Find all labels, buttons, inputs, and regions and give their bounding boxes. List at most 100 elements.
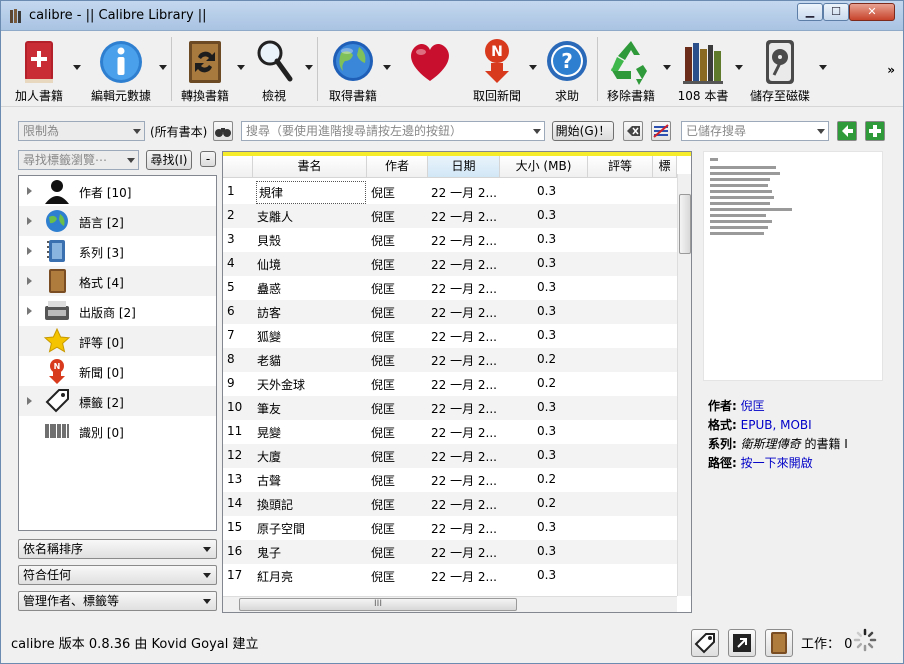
get-books-dropdown[interactable] bbox=[383, 65, 391, 70]
tag-category-rating[interactable]: 評等 [0] bbox=[19, 326, 216, 356]
table-row[interactable]: 1 規律 倪匡 22 一月 2... 0.3 bbox=[223, 180, 677, 204]
backspace-icon bbox=[627, 126, 640, 136]
table-row[interactable]: 10 筆友 倪匡 22 一月 2... 0.3 bbox=[223, 396, 677, 420]
table-row[interactable]: 7 狐變 倪匡 22 一月 2... 0.3 bbox=[223, 324, 677, 348]
detail-authors-link[interactable]: 倪匡 bbox=[741, 399, 765, 413]
tag-category-formats[interactable]: 格式 [4] bbox=[19, 266, 216, 296]
book-cover-preview[interactable] bbox=[703, 151, 883, 381]
tag-browser-find-button[interactable]: 尋找(I) bbox=[146, 150, 192, 170]
table-row[interactable]: 15 原子空間 倪匡 22 一月 2... 0.3 bbox=[223, 516, 677, 540]
library-button[interactable]: 108 本書 bbox=[675, 35, 731, 103]
search-input[interactable]: 搜尋（要使用進階搜尋請按左邊的按鈕） bbox=[241, 121, 545, 141]
cell-author: 倪匡 bbox=[371, 570, 396, 584]
search-go-button[interactable]: 開始(G)！ bbox=[552, 121, 614, 141]
tag-category-publishers[interactable]: 出版商 [2] bbox=[19, 296, 216, 326]
cover-grid-toggle-button[interactable] bbox=[728, 629, 756, 657]
add-books-dropdown[interactable] bbox=[73, 65, 81, 70]
cell-date: 22 一月 2... bbox=[431, 186, 497, 200]
horizontal-scrollbar[interactable]: III bbox=[223, 596, 677, 612]
get-books-button[interactable]: 取得書籍 bbox=[321, 35, 385, 103]
tag-category-authors[interactable]: 作者 [10] bbox=[19, 176, 216, 206]
column-header-date[interactable]: 日期 bbox=[428, 156, 500, 178]
edit-metadata-button[interactable]: 編輯元數據 bbox=[85, 35, 157, 103]
table-row[interactable]: 2 支離人 倪匡 22 一月 2... 0.3 bbox=[223, 204, 677, 228]
clear-search-button[interactable] bbox=[623, 121, 643, 141]
table-row[interactable]: 9 天外金球 倪匡 22 一月 2... 0.2 bbox=[223, 372, 677, 396]
save-search-button[interactable] bbox=[865, 121, 885, 141]
edit-metadata-dropdown[interactable] bbox=[159, 65, 167, 70]
table-row[interactable]: 17 紅月亮 倪匡 22 一月 2... 0.3 bbox=[223, 564, 677, 588]
remove-books-button[interactable]: 移除書籍 bbox=[601, 35, 661, 103]
cover-text-line bbox=[710, 202, 770, 205]
save-to-disk-dropdown[interactable] bbox=[819, 65, 827, 70]
column-header-author[interactable]: 作者 bbox=[367, 156, 428, 178]
jobs-count[interactable]: 工作： 0 bbox=[801, 633, 852, 652]
tag-sort-combo[interactable]: 依名稱排序 bbox=[18, 539, 217, 559]
tag-match-combo[interactable]: 符合任何 bbox=[18, 565, 217, 585]
tag-category-series[interactable]: 系列 [3] bbox=[19, 236, 216, 266]
manage-tags-button[interactable]: 管理作者、標籤等 bbox=[18, 591, 217, 611]
chevron-down-icon bbox=[203, 573, 211, 578]
virtual-library-combo[interactable]: 限制為 bbox=[18, 121, 145, 141]
donate-button[interactable] bbox=[399, 35, 461, 103]
column-header-size[interactable]: 大小 (MB) bbox=[500, 156, 588, 178]
row-number: 13 bbox=[227, 472, 243, 486]
tag-category-languages[interactable]: 語言 [2] bbox=[19, 206, 216, 236]
vertical-scrollbar[interactable] bbox=[677, 174, 691, 596]
row-number: 7 bbox=[227, 328, 235, 342]
advanced-search-button[interactable] bbox=[213, 121, 233, 141]
vertical-scroll-thumb[interactable] bbox=[679, 194, 691, 254]
table-row[interactable]: 3 貝殼 倪匡 22 一月 2... 0.3 bbox=[223, 228, 677, 252]
tag-category-tags[interactable]: 標籤 [2] bbox=[19, 386, 216, 416]
toolbar-overflow-button[interactable]: » bbox=[887, 63, 895, 77]
view-button[interactable]: 檢視 bbox=[249, 35, 299, 103]
cell-title: 天外金球 bbox=[257, 378, 306, 392]
cover-text-line bbox=[710, 172, 780, 175]
book-details-toggle-button[interactable] bbox=[765, 629, 793, 657]
tag-browser-find-input[interactable]: 尋找標籤瀏覽⋯ bbox=[18, 150, 139, 170]
table-row[interactable]: 13 古聲 倪匡 22 一月 2... 0.2 bbox=[223, 468, 677, 492]
column-header-tags[interactable]: 標 bbox=[653, 156, 677, 178]
cell-size: 0.3 bbox=[537, 424, 557, 438]
remove-books-dropdown[interactable] bbox=[663, 65, 671, 70]
copy-search-button[interactable] bbox=[837, 121, 857, 141]
table-row[interactable]: 14 換頭記 倪匡 22 一月 2... 0.2 bbox=[223, 492, 677, 516]
fetch-news-dropdown[interactable] bbox=[529, 65, 537, 70]
fetch-news-label: 取回新聞 bbox=[472, 89, 521, 103]
convert-books-button[interactable]: 轉換書籍 bbox=[175, 35, 235, 103]
highlight-toggle-button[interactable] bbox=[651, 121, 671, 141]
tag-category-identifiers[interactable]: 識別 [0] bbox=[19, 416, 216, 446]
detail-formats-link[interactable]: EPUB, MOBI bbox=[741, 418, 812, 432]
title-bar[interactable]: calibre - || Calibre Library || ▁ ☐ ✕ bbox=[1, 1, 903, 31]
table-row[interactable]: 11 晃變 倪匡 22 一月 2... 0.3 bbox=[223, 420, 677, 444]
column-header-rating[interactable]: 評等 bbox=[588, 156, 653, 178]
collapse-all-button[interactable]: - bbox=[200, 151, 216, 167]
view-dropdown[interactable] bbox=[305, 65, 313, 70]
fetch-news-button[interactable]: N 取回新聞 bbox=[465, 35, 529, 103]
minimize-button[interactable]: ▁ bbox=[797, 3, 823, 21]
help-button[interactable]: ? 求助 bbox=[541, 35, 593, 103]
table-row[interactable]: 5 蠱惑 倪匡 22 一月 2... 0.3 bbox=[223, 276, 677, 300]
cell-size: 0.3 bbox=[537, 304, 557, 318]
add-books-button[interactable]: 加人書籍 bbox=[7, 35, 71, 103]
library-dropdown[interactable] bbox=[735, 65, 743, 70]
tag-category-news[interactable]: N 新聞 [0] bbox=[19, 356, 216, 386]
close-button[interactable]: ✕ bbox=[849, 3, 895, 21]
horizontal-scroll-thumb[interactable]: III bbox=[239, 598, 517, 611]
toolbar-separator bbox=[597, 37, 598, 101]
column-header-title[interactable]: 書名 bbox=[253, 156, 367, 178]
tag-category-label: 出版商 [2] bbox=[79, 306, 136, 320]
saved-searches-combo[interactable]: 已儲存搜尋 bbox=[681, 121, 829, 141]
save-to-disk-button[interactable]: 儲存至磁碟 bbox=[745, 35, 815, 103]
tag-browser-toggle-button[interactable] bbox=[691, 629, 719, 657]
table-row[interactable]: 6 訪客 倪匡 22 一月 2... 0.3 bbox=[223, 300, 677, 324]
cell-date: 22 一月 2... bbox=[431, 306, 497, 320]
cell-size: 0.3 bbox=[537, 256, 557, 270]
table-row[interactable]: 8 老貓 倪匡 22 一月 2... 0.2 bbox=[223, 348, 677, 372]
table-row[interactable]: 16 鬼子 倪匡 22 一月 2... 0.3 bbox=[223, 540, 677, 564]
detail-path-link[interactable]: 按一下來開啟 bbox=[741, 456, 813, 470]
table-row[interactable]: 4 仙境 倪匡 22 一月 2... 0.3 bbox=[223, 252, 677, 276]
convert-books-dropdown[interactable] bbox=[237, 65, 245, 70]
maximize-button[interactable]: ☐ bbox=[823, 3, 849, 21]
table-row[interactable]: 12 大廈 倪匡 22 一月 2... 0.3 bbox=[223, 444, 677, 468]
